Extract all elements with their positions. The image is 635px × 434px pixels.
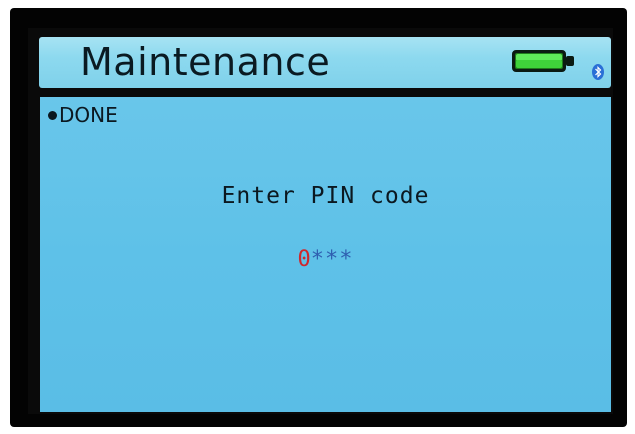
main-content: DONE Enter PIN code 0*** [40,97,611,412]
page-title: Maintenance [80,40,331,84]
pin-prompt: Enter PIN code [221,183,430,209]
selection-bullet-icon [48,110,57,120]
pin-active-digit[interactable]: 0 [298,247,311,272]
pin-masked-digits: *** [310,247,354,272]
menu-item-done[interactable]: DONE [48,103,118,127]
bluetooth-icon [592,64,604,80]
battery-full-icon [512,50,574,72]
menu-item-label: DONE [59,103,118,127]
pin-field[interactable]: 0*** [40,245,611,275]
